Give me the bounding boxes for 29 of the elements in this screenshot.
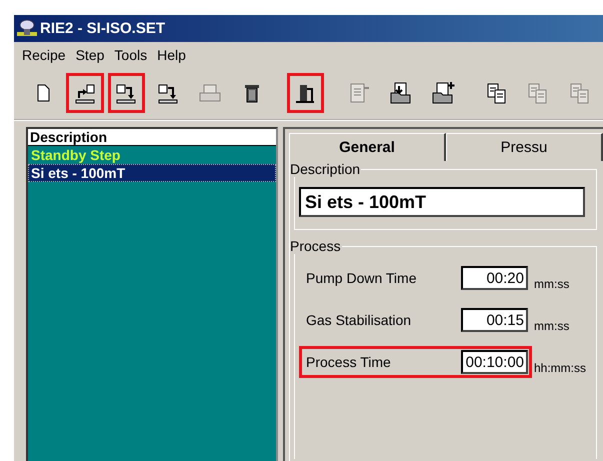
tab[interactable]: Pressu xyxy=(446,133,603,161)
menu-item[interactable]: Recipe xyxy=(20,47,74,63)
app-icon xyxy=(16,18,38,38)
tab[interactable]: General xyxy=(289,133,446,161)
column-header: Description xyxy=(28,129,276,146)
folder-plus-icon xyxy=(430,80,456,106)
field-label: Process Time xyxy=(306,354,391,370)
unit-label: hh:mm:ss xyxy=(534,361,586,377)
field-label: Pump Down Time xyxy=(306,270,416,286)
toolbar-button[interactable] xyxy=(286,73,324,113)
list-row[interactable]: Standby Step xyxy=(28,146,276,164)
window-title: RIE2 - SI-ISO.SET xyxy=(40,20,166,37)
toolbar-button[interactable] xyxy=(108,73,146,113)
toolbar-button[interactable] xyxy=(66,73,104,113)
time-field[interactable]: 00:10:00 xyxy=(461,350,528,374)
menu-item[interactable]: Step xyxy=(74,47,112,63)
group-label: Process xyxy=(289,238,342,254)
time-field[interactable]: 00:15 xyxy=(461,308,528,332)
row-label: Standby Step xyxy=(31,147,120,163)
menu-item[interactable]: Tools xyxy=(112,47,156,63)
time-field[interactable]: 00:20 xyxy=(461,266,528,290)
unit-label: mm:ss xyxy=(534,277,570,293)
menu-item[interactable]: Help xyxy=(155,47,194,63)
row-label: Si ets - 100mT xyxy=(31,165,126,181)
list-row[interactable]: Si ets - 100mT xyxy=(28,164,276,182)
unit-label: mm:ss xyxy=(534,319,570,335)
field-label: Gas Stabilisation xyxy=(306,312,412,328)
description-field[interactable]: Si ets - 100mT xyxy=(299,187,585,217)
group-label: Description xyxy=(289,161,362,177)
